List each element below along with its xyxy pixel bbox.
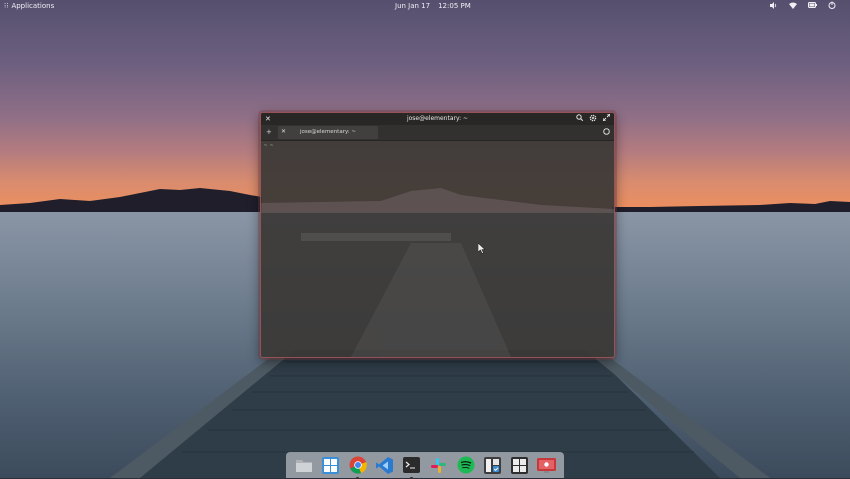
terminal-window[interactable]: ✕ jose@elementary: ~ + ✕ jose@elementary… (260, 112, 615, 358)
tasks-icon (484, 456, 501, 474)
dock-item-settings[interactable] (510, 456, 529, 475)
mouse-pointer-icon (478, 243, 486, 254)
volume-icon[interactable] (770, 1, 778, 9)
top-panel: ⁝⁝ Applications Jun Jan 17 12:05 PM (0, 0, 850, 13)
dock-item-tasks[interactable] (483, 456, 502, 475)
applications-label: Applications (11, 2, 55, 10)
slack-icon (431, 457, 446, 473)
applications-grid-icon: ⁝⁝ (4, 2, 9, 10)
dock-item-slack[interactable] (429, 456, 448, 475)
chrome-icon (349, 456, 367, 474)
folder-icon (295, 460, 312, 472)
window-title: jose@elementary: ~ (406, 115, 469, 122)
dock-item-chrome[interactable] (348, 456, 367, 479)
screen-recorder-icon (537, 457, 556, 473)
date-time-indicator[interactable]: Jun Jan 17 12:05 PM (395, 0, 471, 13)
close-tab-icon[interactable]: ✕ (281, 128, 286, 135)
applications-menu-button[interactable]: ⁝⁝ Applications (4, 0, 54, 13)
battery-icon[interactable] (808, 2, 817, 8)
power-icon[interactable] (828, 1, 836, 9)
dock-item-screen-recorder[interactable] (537, 456, 556, 475)
time-text: 12:05 PM (438, 2, 471, 10)
terminal-output[interactable]: ~ ~ (261, 141, 614, 357)
date-text: Jun Jan 17 (395, 2, 431, 10)
window-headerbar[interactable]: ✕ jose@elementary: ~ (261, 113, 614, 125)
dock-item-vscode[interactable] (375, 456, 394, 475)
dock-item-spotify[interactable] (456, 456, 475, 475)
network-icon[interactable] (789, 2, 797, 9)
terminal-tab[interactable]: ✕ jose@elementary: ~ (278, 126, 378, 139)
dock-item-multitasking[interactable] (321, 456, 340, 475)
new-tab-button[interactable]: + (266, 128, 272, 136)
spotify-icon (457, 456, 474, 474)
grid-windows-icon (322, 456, 339, 474)
dock-item-terminal[interactable] (402, 456, 421, 479)
tab-bar: + ✕ jose@elementary: ~ (261, 125, 614, 141)
system-tray (770, 1, 836, 9)
dock (286, 452, 564, 479)
terminal-prompt: ~ ~ (264, 143, 274, 149)
dock-item-files[interactable] (294, 456, 313, 475)
settings-panels-icon (511, 456, 528, 474)
terminal-icon (403, 457, 420, 473)
tab-label: jose@elementary: ~ (300, 129, 357, 135)
tab-history-icon[interactable] (603, 128, 610, 137)
vscode-icon (376, 456, 393, 474)
